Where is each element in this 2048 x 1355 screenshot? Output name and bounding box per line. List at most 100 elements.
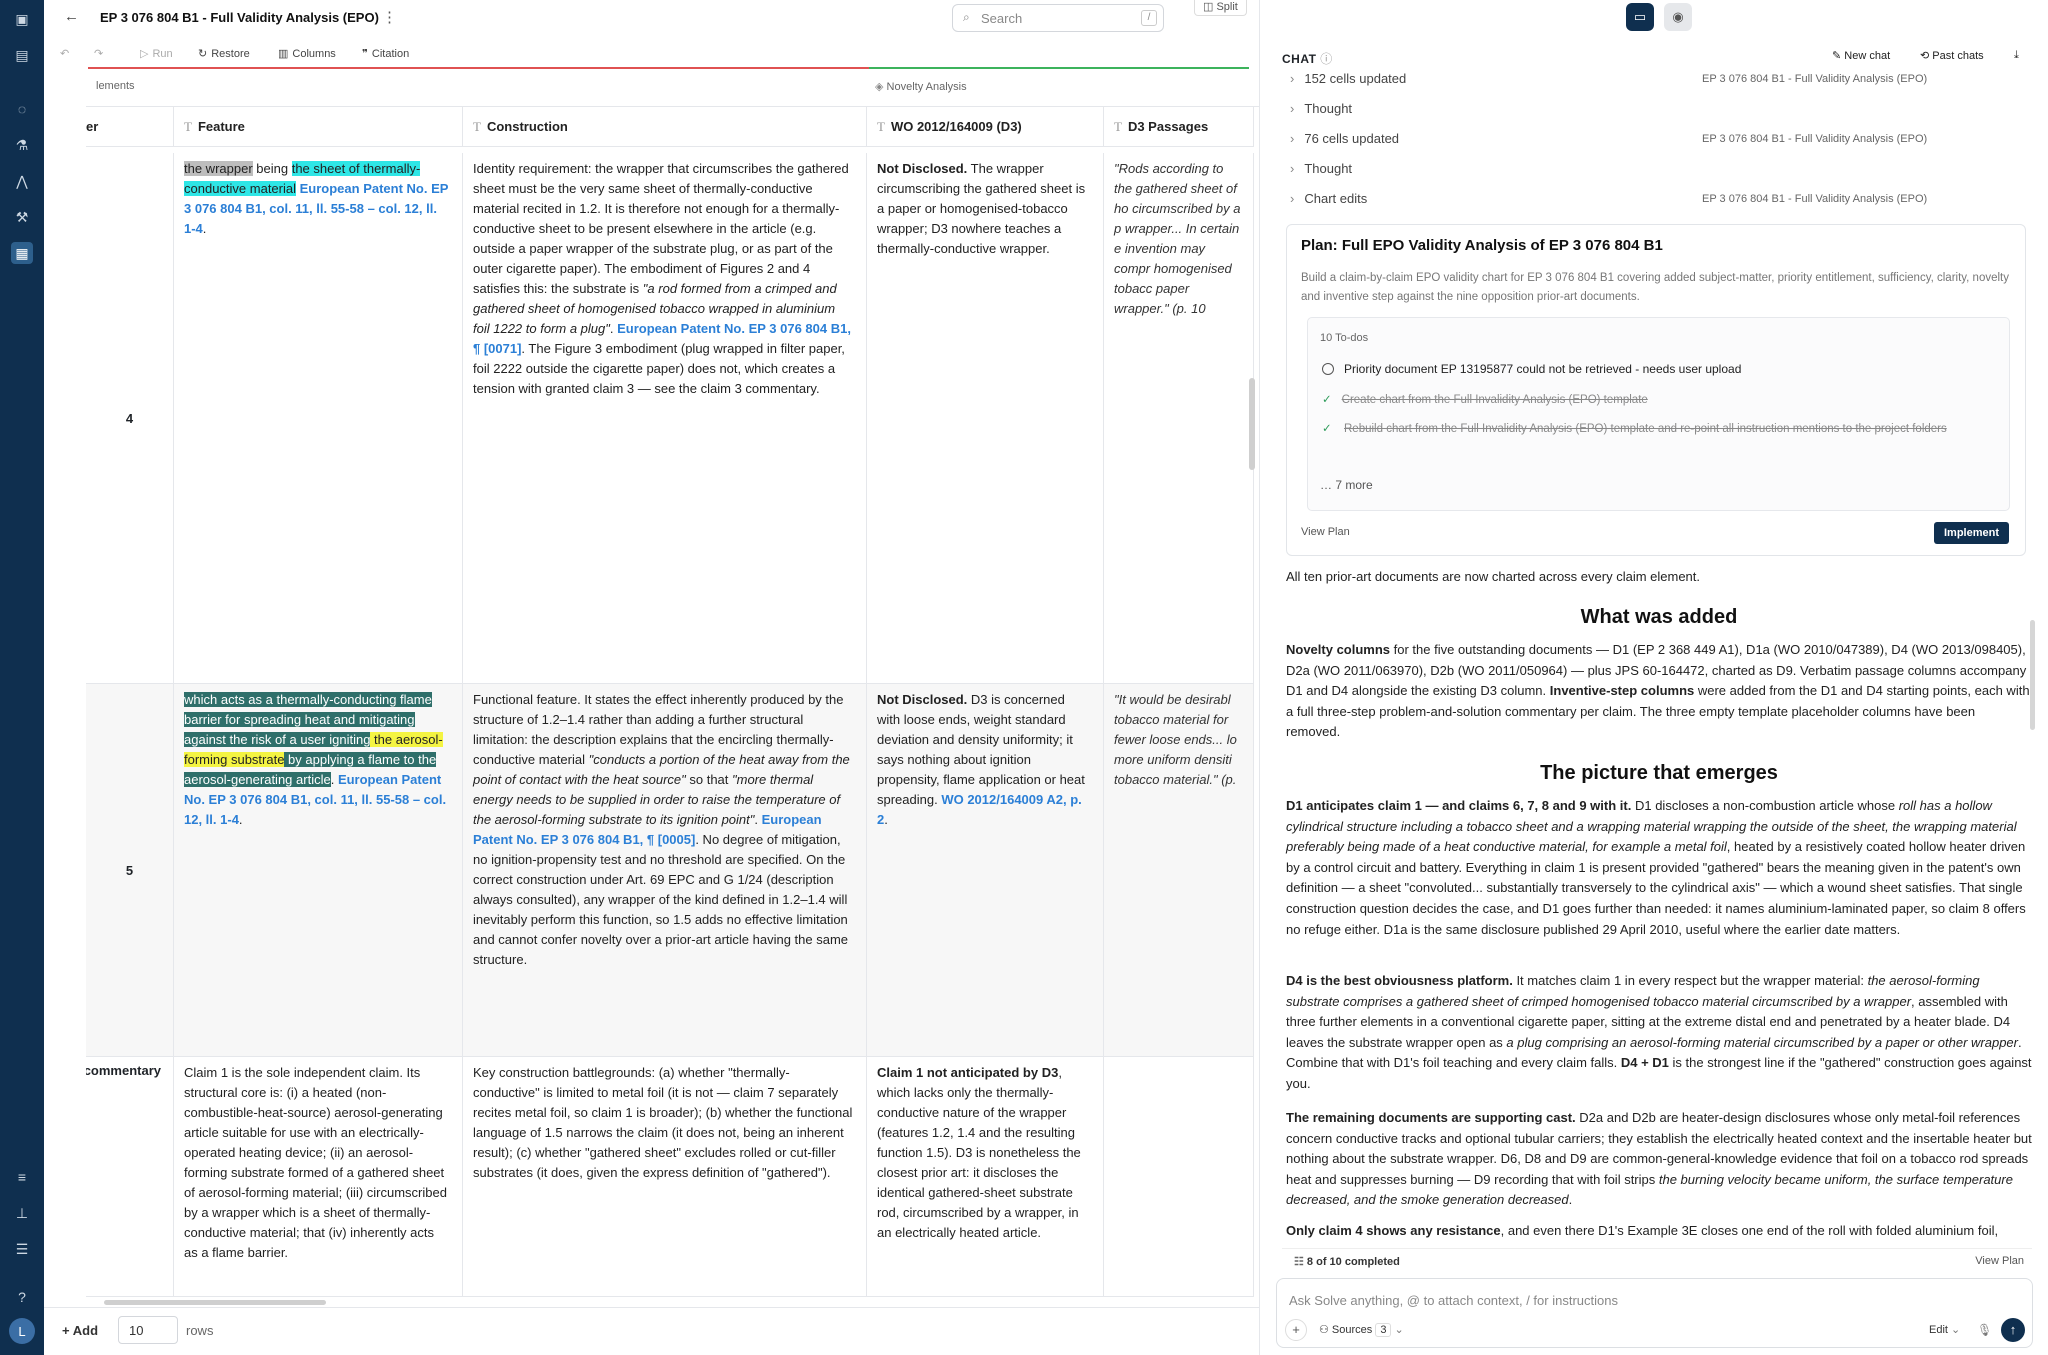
download-icon[interactable]: ⤓: [2014, 49, 2019, 62]
add-rows-button[interactable]: + Add: [62, 1323, 98, 1338]
col-header-feature[interactable]: T Feature: [174, 107, 463, 147]
past-chats-label: Past chats: [1932, 50, 1984, 62]
sources-button[interactable]: ⚇ Sources 3 ⌄: [1319, 1323, 1404, 1337]
rows-label: rows: [186, 1323, 214, 1338]
new-chat-label: New chat: [1844, 50, 1891, 62]
redo-icon[interactable]: ↷: [94, 47, 103, 60]
horizontal-scrollbar[interactable]: [104, 1300, 326, 1305]
compass-icon[interactable]: ⋀: [11, 170, 33, 192]
col-header-d3-passages[interactable]: T D3 Passages: [1104, 107, 1254, 147]
view-plan-link[interactable]: View Plan: [1975, 1255, 2024, 1267]
row-number: commentary: [86, 1057, 174, 1297]
progress-text: 8 of 10 completed: [1306, 1256, 1400, 1268]
step-ref[interactable]: EP 3 076 804 B1 - Full Validity Analysis…: [1702, 133, 1927, 145]
cell-wo[interactable]: Not Disclosed. The wrapper circumscribin…: [867, 153, 1104, 684]
more-todos[interactable]: … 7 more: [1320, 478, 1373, 492]
inbox-icon[interactable]: ▤: [11, 44, 33, 66]
step-item[interactable]: › 152 cells updated: [1290, 71, 1406, 86]
avatar[interactable]: L: [9, 1318, 35, 1344]
data-grid: lements ◈ Novelty Analysis er T Feature T…: [86, 67, 1286, 1297]
lab-icon[interactable]: ⚗: [11, 134, 33, 156]
attach-plus-icon[interactable]: +: [1285, 1319, 1307, 1341]
step-item[interactable]: › Thought: [1290, 101, 1352, 116]
todo-item[interactable]: ✓ Create chart from the Full Invalidity A…: [1322, 392, 1648, 406]
search-input[interactable]: ⌕ Search /: [952, 4, 1164, 32]
bold-span: Novelty columns: [1286, 642, 1391, 657]
panel-toggle-icon[interactable]: ▣: [11, 8, 33, 30]
text-span: D3 is concerned with loose ends, weight …: [877, 692, 1085, 807]
ellipsis-icon: …: [1320, 478, 1336, 492]
sliders-icon[interactable]: ⊥: [11, 1202, 33, 1224]
col-header-number[interactable]: er: [86, 107, 174, 147]
cell-d3-passages[interactable]: "Rods according to the gathered sheet of…: [1104, 153, 1254, 684]
mode-select[interactable]: Edit ⌄: [1929, 1323, 1960, 1336]
past-chats-button[interactable]: ⟲ Past chats: [1920, 49, 1984, 62]
columns-button[interactable]: ▥ Columns: [278, 47, 336, 61]
chat-mode-icon[interactable]: ▭: [1626, 3, 1654, 31]
help-icon[interactable]: ?: [11, 1286, 33, 1308]
mode-label: Edit: [1929, 1324, 1948, 1336]
step-item[interactable]: › Chart edits: [1290, 191, 1367, 206]
cell-construction[interactable]: Key construction battlegrounds: (a) whet…: [463, 1057, 867, 1297]
col-header-construction[interactable]: T Construction: [463, 107, 867, 147]
assistant-mode-icon[interactable]: ◉: [1664, 3, 1692, 31]
chat-paragraph: D4 is the best obviousness platform. It …: [1286, 971, 2032, 1095]
run-button[interactable]: ▷ Run: [140, 47, 173, 61]
grid-icon[interactable]: ▦: [11, 242, 33, 264]
chat-scrollbar[interactable]: [2030, 620, 2035, 730]
microphone-icon[interactable]: 🎙︎: [1977, 1323, 1992, 1337]
text-span: Claim 1 is the sole independent claim. I…: [184, 1065, 447, 1260]
info-icon: ⓘ: [1320, 52, 1333, 66]
step-ref[interactable]: EP 3 076 804 B1 - Full Validity Analysis…: [1702, 73, 1927, 85]
row-number: 5: [86, 684, 174, 1057]
rows-count-input[interactable]: 10: [118, 1316, 178, 1344]
cell-wo[interactable]: Not Disclosed. D3 is concerned with loos…: [867, 684, 1104, 1057]
chat-input[interactable]: Ask Solve anything, @ to attach context,…: [1289, 1293, 1618, 1308]
todo-item[interactable]: Priority document EP 13195877 could not …: [1322, 362, 1741, 376]
cell-feature[interactable]: which acts as a thermally-conducting fla…: [174, 684, 463, 1057]
history-icon: ⟲: [1920, 50, 1933, 62]
cell-feature[interactable]: Claim 1 is the sole independent claim. I…: [174, 1057, 463, 1297]
todo-item[interactable]: ✓ Rebuild chart from the Full Invalidity …: [1322, 420, 2002, 439]
passage-text: "It would be desirabl tobacco material f…: [1114, 692, 1237, 787]
step-item[interactable]: › Thought: [1290, 161, 1352, 176]
implement-button[interactable]: Implement: [1933, 522, 2009, 544]
back-arrow-icon[interactable]: ←: [64, 8, 79, 25]
chat-paragraph: Novelty columns for the five outstanding…: [1286, 640, 2032, 743]
chevron-right-icon: ›: [1290, 161, 1295, 176]
step-label: 76 cells updated: [1304, 131, 1400, 146]
view-plan-link[interactable]: View Plan: [1301, 526, 1350, 538]
chat-header-label: CHAT: [1282, 52, 1317, 66]
step-ref[interactable]: EP 3 076 804 B1 - Full Validity Analysis…: [1702, 193, 1927, 205]
bulb-icon[interactable]: ◌: [11, 98, 33, 120]
citation-button[interactable]: ❞ Citation: [362, 47, 409, 61]
cell-construction[interactable]: Identity requirement: the wrapper that c…: [463, 153, 867, 684]
step-item[interactable]: › 76 cells updated: [1290, 131, 1399, 146]
col-header-wo[interactable]: T WO 2012/164009 (D3): [867, 107, 1104, 147]
send-arrow-icon[interactable]: ↑: [2001, 1318, 2025, 1342]
cell-wo[interactable]: Claim 1 not anticipated by D3, which lac…: [867, 1057, 1104, 1297]
text-type-icon: T: [473, 119, 481, 134]
vertical-scrollbar[interactable]: [1249, 378, 1255, 470]
group-icon: ◈: [875, 81, 887, 93]
step-label: Thought: [1304, 101, 1353, 116]
plus-icon: +: [62, 1323, 73, 1338]
cell-d3-passages[interactable]: [1104, 1057, 1254, 1297]
undo-icon[interactable]: ↶: [60, 47, 69, 60]
columns-icon: ▥: [278, 48, 289, 60]
chat-header: CHAT ⓘ: [1282, 50, 1333, 67]
gavel-icon[interactable]: ⚒: [11, 206, 33, 228]
split-button[interactable]: ◫ Split: [1194, 0, 1247, 16]
restore-button[interactable]: ↻ Restore: [198, 47, 250, 61]
cell-construction[interactable]: Functional feature. It states the effect…: [463, 684, 867, 1057]
menu-icon[interactable]: ☰: [11, 1238, 33, 1260]
cell-feature[interactable]: the wrapper being the sheet of thermally…: [174, 153, 463, 684]
text-span: Key construction battlegrounds: (a) whet…: [473, 1065, 853, 1180]
cell-d3-passages[interactable]: "It would be desirabl tobacco material f…: [1104, 684, 1254, 1057]
new-chat-button[interactable]: ✎ New chat: [1832, 49, 1890, 62]
chevron-right-icon: ›: [1290, 131, 1295, 146]
run-label: Run: [152, 47, 173, 60]
grid-footer: + Add 10 rows: [44, 1307, 1259, 1355]
edit-list-icon[interactable]: ≡: [11, 1166, 33, 1188]
more-options-icon[interactable]: ⋮: [382, 8, 397, 26]
